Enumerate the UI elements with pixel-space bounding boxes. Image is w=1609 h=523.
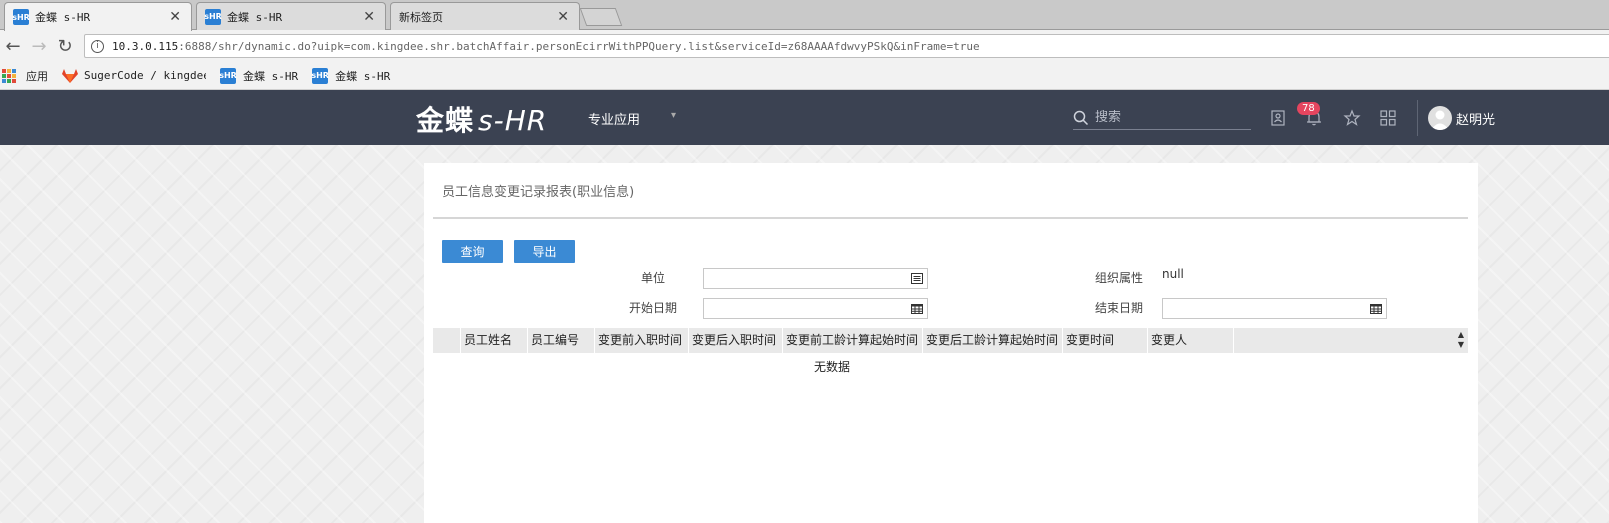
forward-arrow-icon[interactable]: → <box>26 36 52 57</box>
column-header[interactable]: 员工姓名 <box>461 328 528 353</box>
search-input[interactable] <box>1095 110 1245 125</box>
report-panel: 员工信息变更记录报表(职业信息) 查询 导出 单位 组织属性 null 开始日期… <box>424 163 1478 523</box>
bookmarks-bar: 应用 SugerCode / kingdee sHR 金蝶 s-HR sHR 金… <box>0 62 1609 90</box>
reload-icon[interactable]: ↻ <box>52 36 78 57</box>
column-header[interactable]: 变更前入职时间 <box>595 328 689 353</box>
browser-tab[interactable]: sHR 金蝶 s-HR ✕ <box>4 2 192 31</box>
unit-field[interactable] <box>703 268 928 289</box>
table-header: 员工姓名 员工编号 变更前入职时间 变更后入职时间 变更前工龄计算起始时间 变更… <box>433 328 1468 353</box>
empty-table-message: 无数据 <box>814 360 851 374</box>
calendar-icon[interactable] <box>1370 303 1382 314</box>
tab-title: 金蝶 s-HR <box>35 11 91 24</box>
scroll-up-icon[interactable]: ▲ <box>1456 330 1466 340</box>
url-host: 10.3.0.115 <box>112 39 179 53</box>
bookmark-label: 应用 <box>26 69 48 83</box>
username[interactable]: 赵明光 <box>1456 109 1495 128</box>
org-attr-label: 组织属性 <box>1095 271 1144 285</box>
start-date-field[interactable] <box>703 298 928 319</box>
shr-favicon-icon: sHR <box>219 67 237 84</box>
star-icon[interactable] <box>1342 108 1362 128</box>
tab-title: 金蝶 s-HR <box>227 10 283 24</box>
row-selector-column <box>433 328 461 353</box>
scrollbar[interactable]: ▲ ▼ <box>1456 330 1466 350</box>
end-date-label: 结束日期 <box>1095 301 1144 315</box>
page-title: 员工信息变更记录报表(职业信息) <box>442 185 635 200</box>
divider <box>433 217 1468 219</box>
browser-tab[interactable]: 新标签页 ✕ <box>390 2 580 30</box>
contact-card-icon[interactable] <box>1268 108 1288 128</box>
column-header[interactable]: 变更人 <box>1148 328 1234 353</box>
query-button[interactable]: 查询 <box>442 240 503 263</box>
user-icon <box>1431 110 1449 130</box>
calendar-icon[interactable] <box>911 303 923 314</box>
logo-main: 金蝶 <box>416 104 475 137</box>
bookmark-shr[interactable]: sHR 金蝶 s-HR <box>311 67 391 84</box>
notification-badge: 78 <box>1297 102 1320 115</box>
shr-favicon-icon: sHR <box>311 67 329 84</box>
bookmark-label: 金蝶 s-HR <box>243 69 299 83</box>
apps-grid-icon <box>2 68 16 83</box>
unit-label: 单位 <box>641 271 666 285</box>
logo-sub: s-HR <box>478 104 548 137</box>
column-header[interactable]: 变更前工龄计算起始时间 <box>783 328 923 353</box>
close-icon[interactable]: ✕ <box>169 9 181 25</box>
column-header[interactable]: 变更后工龄计算起始时间 <box>923 328 1063 353</box>
scroll-down-icon[interactable]: ▼ <box>1456 340 1466 350</box>
app-logo[interactable]: 金蝶 s-HR <box>416 99 547 139</box>
new-tab-button[interactable] <box>579 8 623 26</box>
back-arrow-icon[interactable]: ← <box>0 36 26 57</box>
header-divider <box>1417 100 1418 136</box>
column-header[interactable]: 员工编号 <box>528 328 595 353</box>
search-icon[interactable] <box>1073 110 1089 126</box>
browser-tab[interactable]: sHR 金蝶 s-HR ✕ <box>196 2 386 30</box>
browser-tab-strip: sHR 金蝶 s-HR ✕ sHR 金蝶 s-HR ✕ 新标签页 ✕ <box>0 0 1609 31</box>
avatar[interactable] <box>1428 106 1452 130</box>
tab-title: 新标签页 <box>399 10 443 24</box>
apps-grid-icon[interactable] <box>1378 108 1398 128</box>
bookmark-apps[interactable]: 应用 <box>2 68 48 84</box>
start-date-label: 开始日期 <box>629 301 678 315</box>
address-bar[interactable]: i 10.3.0.115:6888/shr/dynamic.do?uipk=co… <box>84 34 1609 58</box>
close-icon[interactable]: ✕ <box>557 9 569 25</box>
app-header: 金蝶s-HR 专业应用 ▾ 78 赵明光 <box>0 90 1609 145</box>
list-picker-icon[interactable] <box>911 273 923 284</box>
column-header[interactable]: 变更后入职时间 <box>689 328 783 353</box>
close-icon[interactable]: ✕ <box>363 9 375 25</box>
info-icon[interactable]: i <box>91 39 104 53</box>
chevron-down-icon[interactable]: ▾ <box>671 110 676 121</box>
search-box <box>1073 106 1251 130</box>
menu-professional-apps[interactable]: 专业应用 <box>588 109 640 128</box>
url-path: :6888/shr/dynamic.do?uipk=com.kingdee.sh… <box>178 39 980 53</box>
shr-favicon-icon: sHR <box>204 8 222 25</box>
end-date-field[interactable] <box>1162 298 1387 319</box>
bookmark-label: SugerCode / kingdee <box>84 69 206 82</box>
export-button[interactable]: 导出 <box>514 240 575 263</box>
browser-toolbar: ← → ↻ i 10.3.0.115:6888/shr/dynamic.do?u… <box>0 30 1609 62</box>
column-header[interactable]: 变更时间 <box>1063 328 1148 353</box>
bookmark-gitlab[interactable]: SugerCode / kingdee <box>62 68 206 83</box>
gitlab-icon <box>62 68 78 83</box>
bookmark-label: 金蝶 s-HR <box>335 69 391 83</box>
bookmark-shr[interactable]: sHR 金蝶 s-HR <box>219 67 299 84</box>
org-attr-value: null <box>1162 267 1184 281</box>
shr-favicon-icon: sHR <box>12 9 30 25</box>
